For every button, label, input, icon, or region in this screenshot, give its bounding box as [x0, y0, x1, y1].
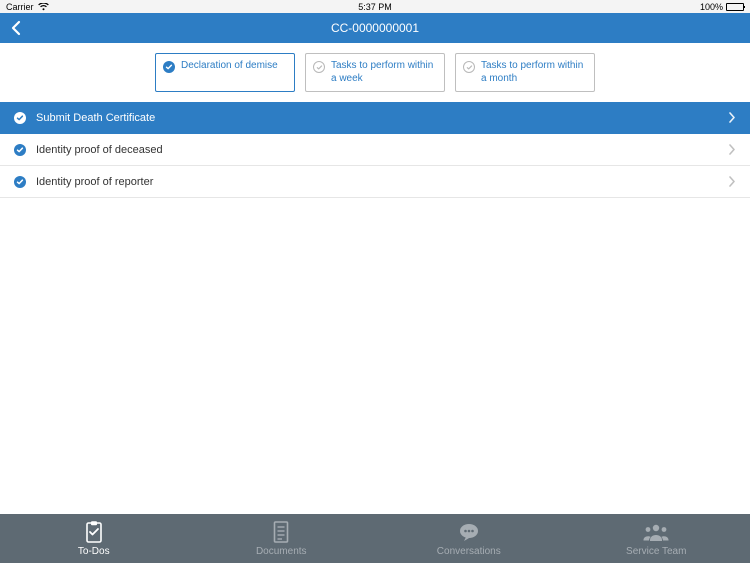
chevron-right-icon	[728, 176, 736, 187]
bottom-nav-service-team[interactable]: Service Team	[563, 514, 750, 563]
checkmark-circle-outline-icon	[463, 61, 475, 73]
status-left: Carrier	[6, 2, 49, 12]
battery-icon	[726, 3, 744, 11]
chevron-right-icon	[728, 112, 736, 123]
tab-label: Tasks to perform within a week	[331, 60, 437, 85]
wifi-icon	[38, 3, 49, 11]
list-item[interactable]: Submit Death Certificate	[0, 102, 750, 134]
list-item[interactable]: Identity proof of reporter	[0, 166, 750, 198]
clipboard-icon	[83, 520, 105, 544]
tab-label: Declaration of demise	[181, 60, 278, 73]
tab-tasks-month[interactable]: Tasks to perform within a month	[455, 53, 595, 92]
checkmark-circle-icon	[14, 112, 26, 124]
checkmark-circle-icon	[163, 61, 175, 73]
document-icon	[271, 520, 291, 544]
battery-pct: 100%	[700, 2, 723, 12]
page-title: CC-0000000001	[0, 21, 750, 35]
tab-row: Declaration of demise Tasks to perform w…	[0, 43, 750, 102]
tab-declaration-of-demise[interactable]: Declaration of demise	[155, 53, 295, 92]
status-time: 5:37 PM	[358, 2, 392, 12]
back-button[interactable]	[10, 20, 24, 36]
bottom-nav-label: Conversations	[437, 546, 501, 557]
checkmark-circle-outline-icon	[313, 61, 325, 73]
status-bar: Carrier 5:37 PM 100%	[0, 0, 750, 13]
bottom-nav-label: To-Dos	[78, 546, 110, 557]
chevron-right-icon	[728, 144, 736, 155]
list-item-label: Identity proof of reporter	[36, 176, 728, 188]
bottom-nav-label: Service Team	[626, 546, 686, 557]
tab-label: Tasks to perform within a month	[481, 60, 587, 85]
checkmark-circle-icon	[14, 176, 26, 188]
list-item[interactable]: Identity proof of deceased	[0, 134, 750, 166]
chat-icon	[457, 520, 481, 544]
tab-tasks-week[interactable]: Tasks to perform within a week	[305, 53, 445, 92]
nav-bar: CC-0000000001	[0, 13, 750, 43]
checkmark-circle-icon	[14, 144, 26, 156]
bottom-nav-documents[interactable]: Documents	[188, 514, 376, 563]
bottom-nav-conversations[interactable]: Conversations	[375, 514, 563, 563]
team-icon	[642, 520, 670, 544]
bottom-nav: To-Dos Documents Conversations Service T…	[0, 514, 750, 563]
list-item-label: Submit Death Certificate	[36, 112, 728, 124]
carrier-label: Carrier	[6, 2, 34, 12]
status-right: 100%	[700, 2, 744, 12]
list-item-label: Identity proof of deceased	[36, 144, 728, 156]
bottom-nav-label: Documents	[256, 546, 307, 557]
bottom-nav-todos[interactable]: To-Dos	[0, 514, 188, 563]
todo-list: Submit Death Certificate Identity proof …	[0, 102, 750, 198]
